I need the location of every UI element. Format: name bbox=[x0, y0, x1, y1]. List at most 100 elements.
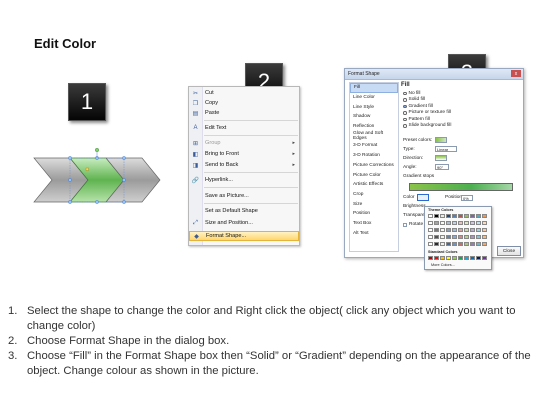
theme-color-swatch[interactable] bbox=[440, 228, 446, 232]
standard-color-swatch[interactable] bbox=[482, 256, 488, 260]
nav-item-line-style[interactable]: Line Style bbox=[350, 102, 398, 112]
theme-color-swatch[interactable] bbox=[476, 214, 482, 218]
theme-color-swatch[interactable] bbox=[482, 235, 488, 239]
standard-color-swatch[interactable] bbox=[452, 256, 458, 260]
theme-color-swatch[interactable] bbox=[428, 221, 434, 225]
theme-color-swatch[interactable] bbox=[458, 214, 464, 218]
theme-color-swatch[interactable] bbox=[440, 221, 446, 225]
menu-item-save-as-picture[interactable]: Save as Picture... bbox=[189, 191, 299, 201]
menu-item-hyperlink[interactable]: 🔗 Hyperlink... bbox=[189, 175, 299, 185]
theme-color-swatch[interactable] bbox=[440, 214, 446, 218]
theme-color-swatch[interactable] bbox=[482, 242, 488, 246]
theme-color-swatch[interactable] bbox=[452, 235, 458, 239]
menu-item-paste[interactable]: ▤ Paste bbox=[189, 108, 299, 118]
nav-item-shadow[interactable]: Shadow bbox=[350, 112, 398, 122]
close-icon[interactable]: x bbox=[511, 70, 521, 77]
close-button[interactable]: Close bbox=[497, 246, 521, 256]
theme-color-swatch[interactable] bbox=[470, 214, 476, 218]
theme-color-swatch[interactable] bbox=[428, 235, 434, 239]
theme-color-swatch[interactable] bbox=[482, 228, 488, 232]
theme-color-swatch[interactable] bbox=[434, 242, 440, 246]
nav-item-reflection[interactable]: Reflection bbox=[350, 122, 398, 132]
menu-item-edit-text[interactable]: A Edit Text bbox=[189, 123, 299, 133]
nav-item-text-box[interactable]: Text Box bbox=[350, 219, 398, 229]
menu-item-bring-to-front[interactable]: ◧ Bring to Front ▸ bbox=[189, 149, 299, 159]
theme-color-swatch[interactable] bbox=[458, 221, 464, 225]
theme-color-swatch[interactable] bbox=[458, 235, 464, 239]
direction-dropdown[interactable] bbox=[435, 155, 447, 161]
theme-color-swatch[interactable] bbox=[428, 242, 434, 246]
theme-color-swatch[interactable] bbox=[434, 221, 440, 225]
theme-color-swatch[interactable] bbox=[446, 242, 452, 246]
nav-item-fill[interactable]: Fill bbox=[350, 83, 398, 93]
theme-color-swatch[interactable] bbox=[446, 214, 452, 218]
menu-item-copy[interactable]: ❐ Copy bbox=[189, 98, 299, 108]
theme-color-swatch[interactable] bbox=[434, 228, 440, 232]
theme-color-swatch[interactable] bbox=[434, 214, 440, 218]
theme-color-swatch[interactable] bbox=[476, 228, 482, 232]
standard-color-swatch[interactable] bbox=[428, 256, 434, 260]
standard-color-swatch[interactable] bbox=[446, 256, 452, 260]
theme-color-swatch[interactable] bbox=[458, 242, 464, 246]
chevron-shapes[interactable] bbox=[30, 138, 170, 218]
nav-item-position[interactable]: Position bbox=[350, 209, 398, 219]
theme-color-swatch[interactable] bbox=[464, 228, 470, 232]
theme-color-swatch[interactable] bbox=[428, 214, 434, 218]
theme-color-swatch[interactable] bbox=[446, 221, 452, 225]
theme-color-swatch[interactable] bbox=[452, 221, 458, 225]
theme-color-swatch[interactable] bbox=[446, 228, 452, 232]
theme-color-swatch[interactable] bbox=[482, 221, 488, 225]
nav-item-picture-color[interactable]: Picture Color bbox=[350, 170, 398, 180]
standard-color-swatch[interactable] bbox=[470, 256, 476, 260]
more-colors-link[interactable]: More Colors... bbox=[431, 263, 455, 267]
theme-color-swatch[interactable] bbox=[434, 235, 440, 239]
position-input[interactable]: 0% bbox=[461, 194, 473, 201]
color-dropdown[interactable] bbox=[417, 194, 429, 201]
nav-item-3d-format[interactable]: 3-D Format bbox=[350, 141, 398, 151]
gradient-stops-bar[interactable] bbox=[409, 183, 513, 191]
theme-color-swatch[interactable] bbox=[452, 214, 458, 218]
theme-color-swatch[interactable] bbox=[470, 228, 476, 232]
theme-color-swatch[interactable] bbox=[452, 242, 458, 246]
theme-color-swatch[interactable] bbox=[470, 221, 476, 225]
theme-color-swatch[interactable] bbox=[446, 235, 452, 239]
menu-item-group[interactable]: ⊞ Group ▸ bbox=[189, 138, 299, 148]
menu-item-format-shape[interactable]: ◆ Format Shape... bbox=[189, 231, 299, 241]
nav-item-artistic-effects[interactable]: Artistic Effects bbox=[350, 180, 398, 190]
nav-item-alt-text[interactable]: Alt Text bbox=[350, 228, 398, 238]
menu-item-size-position[interactable]: ⤢ Size and Position... bbox=[189, 218, 299, 228]
theme-color-swatch[interactable] bbox=[464, 235, 470, 239]
theme-color-swatch[interactable] bbox=[464, 221, 470, 225]
radio-slide-bg-fill[interactable]: Slide background fill bbox=[403, 123, 521, 130]
theme-color-swatch[interactable] bbox=[464, 214, 470, 218]
theme-color-swatch[interactable] bbox=[476, 235, 482, 239]
theme-color-swatch[interactable] bbox=[470, 242, 476, 246]
nav-item-line-color[interactable]: Line Color bbox=[350, 93, 398, 103]
theme-color-swatch[interactable] bbox=[440, 235, 446, 239]
standard-color-swatch[interactable] bbox=[476, 256, 482, 260]
theme-color-swatch[interactable] bbox=[482, 214, 488, 218]
standard-color-swatch[interactable] bbox=[464, 256, 470, 260]
theme-color-swatch[interactable] bbox=[428, 228, 434, 232]
nav-item-glow[interactable]: Glow and Soft Edges bbox=[350, 131, 398, 141]
nav-item-picture-corrections[interactable]: Picture Corrections bbox=[350, 161, 398, 171]
theme-color-swatch[interactable] bbox=[470, 235, 476, 239]
theme-color-swatch[interactable] bbox=[476, 242, 482, 246]
nav-item-crop[interactable]: Crop bbox=[350, 190, 398, 200]
type-dropdown[interactable]: Linear bbox=[435, 146, 457, 152]
theme-color-swatch[interactable] bbox=[476, 221, 482, 225]
theme-color-swatch[interactable] bbox=[464, 242, 470, 246]
adjust-handle[interactable] bbox=[85, 167, 89, 171]
standard-color-swatch[interactable] bbox=[458, 256, 464, 260]
theme-color-swatch[interactable] bbox=[452, 228, 458, 232]
rotate-handle[interactable] bbox=[94, 147, 99, 152]
rotate-checkbox[interactable] bbox=[403, 222, 407, 227]
standard-color-swatch[interactable] bbox=[440, 256, 446, 260]
theme-color-swatch[interactable] bbox=[458, 228, 464, 232]
angle-input[interactable]: 90° bbox=[435, 164, 449, 170]
preset-colors-dropdown[interactable] bbox=[435, 137, 447, 143]
menu-item-set-default-shape[interactable]: Set as Default Shape bbox=[189, 206, 299, 216]
nav-item-3d-rotation[interactable]: 3-D Rotation bbox=[350, 151, 398, 161]
menu-item-cut[interactable]: ✂ Cut bbox=[189, 88, 299, 98]
standard-color-swatch[interactable] bbox=[434, 256, 440, 260]
